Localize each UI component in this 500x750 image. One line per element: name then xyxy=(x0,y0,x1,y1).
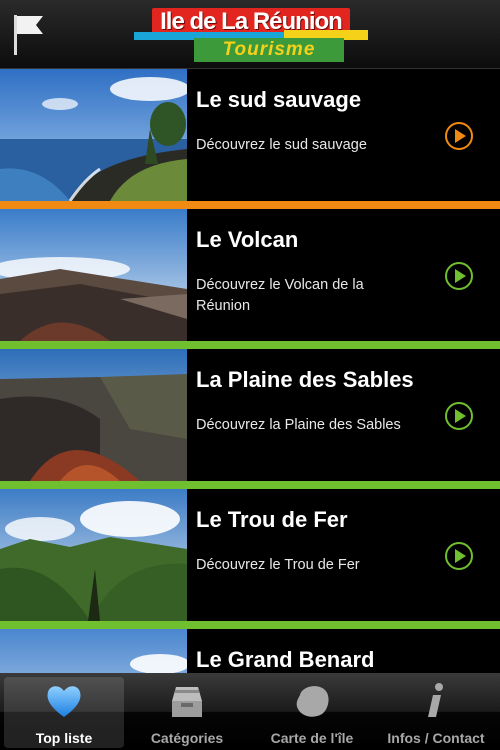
list-item-trou-de-fer[interactable]: Le Trou de Fer Découvrez le Trou de Fer xyxy=(0,489,500,629)
app-logo: Ile de La Réunion Tourisme xyxy=(134,8,368,64)
list-item-separator xyxy=(0,201,500,209)
heart-icon xyxy=(47,686,81,717)
tab-carte[interactable]: Carte de l'île xyxy=(252,677,372,748)
island-map-icon xyxy=(296,686,329,717)
flag-icon[interactable] xyxy=(10,12,46,56)
list-item-description: Découvrez le Volcan de la Réunion xyxy=(196,277,364,314)
list-item-thumbnail xyxy=(0,489,187,621)
info-icon xyxy=(428,683,443,717)
tab-label: Top liste xyxy=(35,730,93,746)
list-item-description: Découvrez la Plaine des Sables xyxy=(196,417,401,433)
list-item-thumbnail xyxy=(0,629,187,673)
play-arrow-icon[interactable] xyxy=(444,541,474,571)
tab-bar: Top liste Catégories Carte de l'île Info… xyxy=(0,673,500,750)
destination-list[interactable]: Le sud sauvage Découvrez le sud sauvage … xyxy=(0,69,500,673)
play-arrow-icon[interactable] xyxy=(444,261,474,291)
play-arrow-icon[interactable] xyxy=(444,121,474,151)
tab-label: Catégories xyxy=(150,730,224,746)
list-item-title: Le Grand Benard xyxy=(196,647,375,672)
list-item-title: Le Trou de Fer xyxy=(196,507,348,532)
list-item-description: Découvrez le sud sauvage xyxy=(196,137,367,153)
tab-top-liste[interactable]: Top liste xyxy=(4,677,124,748)
navigation-bar: Ile de La Réunion Tourisme xyxy=(0,0,500,69)
list-item-thumbnail xyxy=(0,69,187,201)
list-item-thumbnail xyxy=(0,349,187,481)
list-item-separator xyxy=(0,621,500,629)
list-item-title: Le sud sauvage xyxy=(196,87,362,112)
list-item-separator xyxy=(0,341,500,349)
list-item-thumbnail xyxy=(0,209,187,341)
list-item-grand-benard[interactable]: Le Grand Benard xyxy=(0,629,500,673)
tab-label: Carte de l'île xyxy=(270,730,354,746)
logo-subtitle: Tourisme xyxy=(222,39,316,60)
list-item-separator xyxy=(0,481,500,489)
list-item-sud-sauvage[interactable]: Le sud sauvage Découvrez le sud sauvage xyxy=(0,69,500,209)
list-item-title: La Plaine des Sables xyxy=(196,367,414,392)
list-item-description: Découvrez le Trou de Fer xyxy=(196,557,360,573)
play-arrow-icon[interactable] xyxy=(444,401,474,431)
list-item-volcan[interactable]: Le Volcan Découvrez le Volcan de la Réun… xyxy=(0,209,500,349)
list-item-title: Le Volcan xyxy=(196,227,299,252)
tab-categories[interactable]: Catégories xyxy=(127,677,247,748)
tab-infos-contact[interactable]: Infos / Contact xyxy=(376,677,496,748)
tab-label: Infos / Contact xyxy=(387,730,485,746)
list-item-plaine-des-sables[interactable]: La Plaine des Sables Découvrez la Plaine… xyxy=(0,349,500,489)
archive-icon xyxy=(172,687,202,717)
logo-title: Ile de La Réunion xyxy=(160,8,343,35)
